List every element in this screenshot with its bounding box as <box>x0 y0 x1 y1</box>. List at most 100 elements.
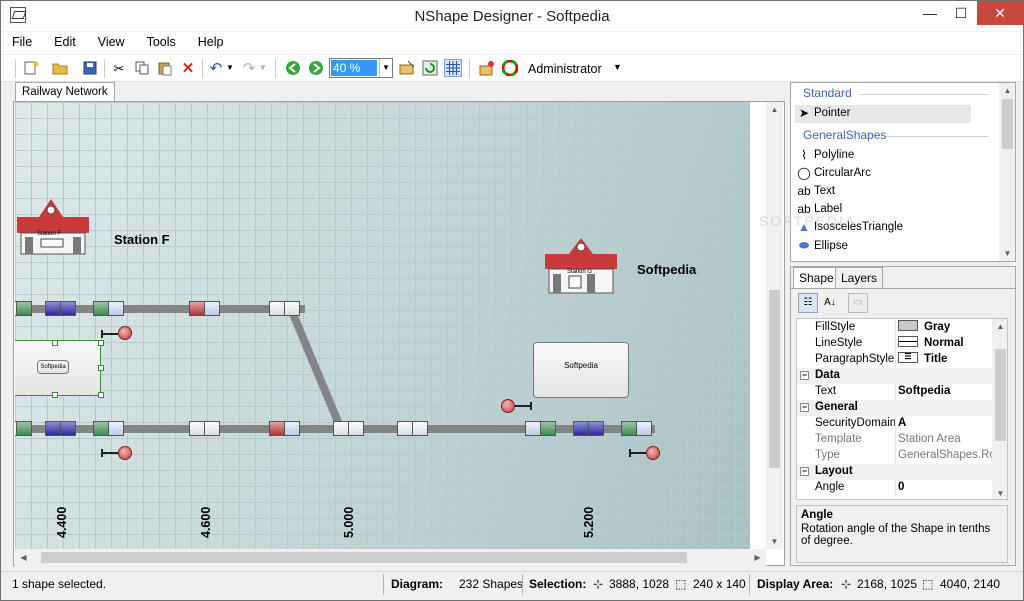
signal[interactable] <box>93 421 124 436</box>
zoom-combobox[interactable]: 40 % ▼ <box>329 58 393 78</box>
signal-pin[interactable] <box>118 446 132 460</box>
delete-icon[interactable]: ✕ <box>179 59 197 77</box>
tool-circulararc[interactable]: ◯ CircularArc <box>797 166 871 180</box>
chevron-down-icon[interactable]: ▼ <box>379 59 392 77</box>
sort-alpha-icon[interactable]: A↓ <box>820 293 840 313</box>
scroll-left-icon[interactable]: ◀ <box>15 553 32 562</box>
user-selector[interactable]: Administrator <box>528 62 602 76</box>
property-value[interactable]: 0 <box>898 481 904 493</box>
save-icon[interactable] <box>81 59 99 77</box>
open-folder-icon[interactable] <box>51 59 69 77</box>
station-building[interactable] <box>545 236 617 294</box>
property-value[interactable]: A <box>898 417 906 429</box>
signal[interactable] <box>397 421 428 436</box>
signal[interactable] <box>93 301 124 316</box>
property-category-layout[interactable]: − Layout <box>797 464 993 480</box>
selection-handle[interactable] <box>52 340 58 346</box>
signal[interactable] <box>333 421 364 436</box>
scroll-thumb[interactable] <box>769 290 780 468</box>
signal[interactable] <box>15 301 32 316</box>
selection-handle[interactable] <box>98 365 104 371</box>
redo-dropdown-icon[interactable]: ▼ <box>258 59 268 77</box>
property-value[interactable]: Normal <box>898 336 964 349</box>
signal[interactable] <box>189 421 220 436</box>
property-row-type[interactable]: Type GeneralShapes.Rou <box>797 448 1002 464</box>
toolbox-scrollbar[interactable]: ▲ ▼ <box>999 83 1015 261</box>
station-building[interactable] <box>17 197 89 255</box>
scroll-up-icon[interactable]: ▲ <box>766 105 783 114</box>
undo-icon[interactable]: ↶ <box>207 59 225 77</box>
tool-polyline[interactable]: ⌇ Polyline <box>797 148 854 162</box>
signal[interactable] <box>45 421 76 436</box>
scroll-up-icon[interactable]: ▲ <box>999 86 1015 95</box>
back-icon[interactable] <box>284 59 302 77</box>
paste-icon[interactable] <box>156 59 174 77</box>
minimize-button[interactable]: — <box>914 1 946 25</box>
property-row-template[interactable]: Template Station Area <box>797 432 993 448</box>
categorized-icon[interactable]: ☷ <box>798 293 818 313</box>
menu-help[interactable]: Help <box>187 32 235 54</box>
diagram-canvas[interactable]: Station F Station F Station G Softpedia … <box>15 102 750 549</box>
scroll-down-icon[interactable]: ▼ <box>766 537 783 546</box>
signal-pin[interactable] <box>118 326 132 340</box>
property-row-angle[interactable]: Angle 0 <box>797 480 993 496</box>
tool-pointer[interactable]: ➤ Pointer <box>797 106 850 120</box>
property-row-linestyle[interactable]: LineStyle Normal <box>797 336 993 352</box>
refresh-icon[interactable] <box>421 59 439 77</box>
grid-toggle-icon[interactable] <box>444 59 462 77</box>
property-row-securitydomain[interactable]: SecurityDomainNA <box>797 416 993 432</box>
property-row-fillstyle[interactable]: FillStyle Gray <box>797 320 993 336</box>
collapse-icon[interactable]: − <box>800 403 809 412</box>
close-button[interactable]: ✕ <box>977 1 1023 25</box>
maximize-button[interactable]: ☐ <box>945 1 977 25</box>
signal[interactable] <box>269 421 300 436</box>
scroll-thumb[interactable] <box>995 349 1006 441</box>
scroll-right-icon[interactable]: ▶ <box>749 553 766 562</box>
toolbox-category[interactable]: Standard <box>803 86 852 100</box>
property-category-data[interactable]: − Data <box>797 368 993 384</box>
scroll-down-icon[interactable]: ▼ <box>992 489 1007 498</box>
property-value[interactable]: ☰ Title <box>898 352 947 365</box>
signal[interactable] <box>189 301 220 316</box>
new-file-icon[interactable] <box>22 59 40 77</box>
undo-dropdown-icon[interactable]: ▼ <box>225 59 235 77</box>
collapse-icon[interactable]: − <box>800 371 809 380</box>
km-marker[interactable]: 4.600 <box>199 507 213 538</box>
copy-icon[interactable] <box>133 59 151 77</box>
toolbox-category[interactable]: GeneralShapes <box>803 128 886 142</box>
scroll-thumb[interactable] <box>41 552 687 563</box>
scroll-down-icon[interactable]: ▼ <box>999 249 1015 258</box>
design-editor-icon[interactable] <box>478 59 496 77</box>
km-marker[interactable]: 5.000 <box>342 507 356 538</box>
property-row-text[interactable]: Text Softpedia <box>797 384 993 400</box>
menu-view[interactable]: View <box>87 32 136 54</box>
signal[interactable] <box>15 421 32 436</box>
property-pages-icon[interactable]: ▭ <box>848 293 868 313</box>
scroll-thumb[interactable] <box>1002 99 1013 149</box>
signal[interactable] <box>269 301 300 316</box>
menu-tools[interactable]: Tools <box>136 32 187 54</box>
tab-railway-network[interactable]: Railway Network <box>15 82 115 102</box>
canvas-vertical-scrollbar[interactable]: ▲ ▼ <box>766 102 783 549</box>
redo-icon[interactable]: ↷ <box>240 59 258 77</box>
property-value[interactable]: Gray <box>898 320 950 333</box>
station-area-box[interactable]: Softpedia <box>533 342 629 398</box>
menu-edit[interactable]: Edit <box>43 32 87 54</box>
color-wheel-icon[interactable] <box>501 59 519 77</box>
selection-handle[interactable] <box>98 392 104 398</box>
tool-ellipse[interactable]: ⬬ Ellipse <box>797 238 848 253</box>
collapse-icon[interactable]: − <box>800 467 809 476</box>
zoom-value[interactable]: 40 % <box>331 60 377 76</box>
km-marker[interactable]: 5.200 <box>582 507 596 538</box>
signal-pin[interactable] <box>646 446 660 460</box>
signal[interactable] <box>573 421 604 436</box>
property-category-general[interactable]: − General <box>797 400 993 416</box>
signal-pin[interactable] <box>501 399 515 413</box>
property-row-paragraphstyle[interactable]: ParagraphStyle ☰ Title <box>797 352 993 368</box>
display-settings-icon[interactable] <box>398 59 416 77</box>
cut-icon[interactable]: ✂ <box>110 59 128 77</box>
tab-shape[interactable]: Shape <box>793 267 840 288</box>
station-label[interactable]: Softpedia <box>637 262 696 277</box>
menu-file[interactable]: File <box>1 32 43 54</box>
tool-text[interactable]: ab Text <box>797 184 835 198</box>
